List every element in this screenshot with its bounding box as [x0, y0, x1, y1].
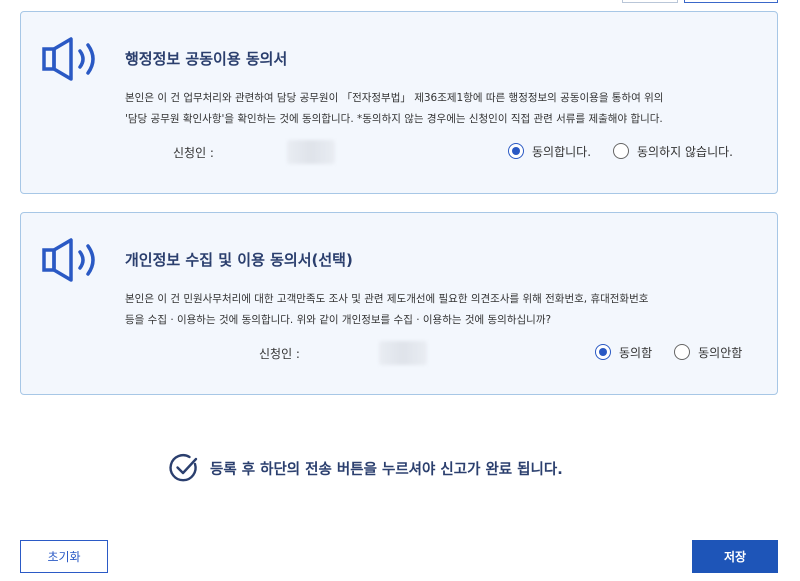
personal-info-consent-card: 개인정보 수집 및 이용 동의서(선택) 본인은 이 건 민원사무처리에 대한 …	[20, 212, 778, 395]
check-circle-icon	[169, 454, 198, 482]
reset-button[interactable]: 초기화	[20, 540, 108, 573]
admin-info-consent-card: 행정정보 공동이용 동의서 본인은 이 건 업무처리와 관련하여 담당 공무원이…	[20, 11, 778, 194]
consent-disagree-label: 동의안함	[698, 345, 743, 360]
card-body-line: 본인은 이 건 업무처리와 관련하여 담당 공무원이 「전자정부법」 제36조제…	[125, 92, 664, 104]
consent-disagree-label: 동의하지 않습니다.	[637, 144, 733, 159]
consent-radio-group: 동의합니다. 동의하지 않습니다.	[508, 140, 733, 162]
consent-agree-label: 동의함	[619, 345, 653, 360]
applicant-label: 신청인 :	[259, 347, 300, 361]
card-title: 개인정보 수집 및 이용 동의서(선택)	[125, 251, 353, 269]
consent-agree-option[interactable]: 동의합니다.	[508, 143, 591, 160]
consent-disagree-option[interactable]: 동의안함	[674, 344, 742, 361]
radio-selected[interactable]	[595, 344, 611, 360]
consent-radio-group: 동의함 동의안함	[595, 341, 742, 363]
submit-notice: 등록 후 하단의 전송 버튼을 누르셔야 신고가 완료 됩니다.	[168, 452, 563, 484]
radio-unselected[interactable]	[674, 344, 691, 360]
consent-agree-label: 동의합니다.	[532, 144, 592, 159]
card-body: 본인은 이 건 업무처리와 관련하여 담당 공무원이 「전자정부법」 제36조제…	[125, 88, 761, 130]
consent-disagree-option[interactable]: 동의하지 않습니다.	[613, 143, 733, 160]
speaker-icon	[42, 37, 95, 81]
card-body-line: 등을 수집 · 이용하는 것에 동의합니다. 위와 같이 개인정보를 수집 · …	[125, 314, 552, 326]
top-button-stub[interactable]	[622, 0, 678, 3]
notice-text: 등록 후 하단의 전송 버튼을 누르셔야 신고가 완료 됩니다.	[210, 461, 563, 478]
consent-agree-option[interactable]: 동의함	[595, 344, 652, 361]
applicant-label: 신청인 :	[173, 146, 214, 160]
radio-selected[interactable]	[508, 143, 524, 159]
radio-unselected[interactable]	[613, 143, 630, 159]
card-body: 본인은 이 건 민원사무처리에 대한 고객만족도 조사 및 관련 제도개선에 필…	[125, 289, 761, 331]
card-body-line: 본인은 이 건 민원사무처리에 대한 고객만족도 조사 및 관련 제도개선에 필…	[125, 293, 649, 305]
card-body-line: '담당 공무원 확인사항'을 확인하는 것에 동의합니다. *동의하지 않는 경…	[125, 113, 663, 125]
top-button-stub-primary[interactable]	[684, 0, 778, 3]
card-title: 행정정보 공동이용 동의서	[125, 50, 288, 68]
save-button[interactable]: 저장	[692, 540, 778, 573]
applicant-name-redacted	[379, 341, 427, 365]
speaker-icon	[42, 238, 95, 282]
applicant-name-redacted	[287, 140, 335, 164]
